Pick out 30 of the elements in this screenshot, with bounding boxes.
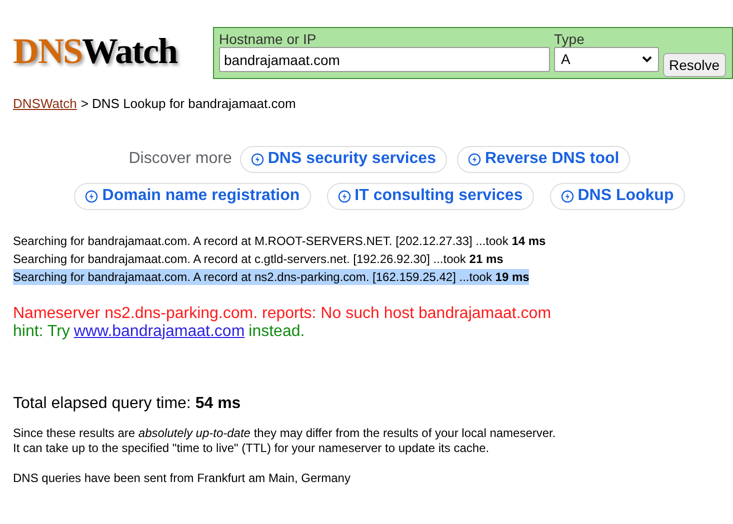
breadcrumb-text: > DNS Lookup for bandrajamaat.com [80,95,296,113]
lookup-line: Searching for bandrajamaat.com. A record at M.ROOT-SERVERS.NET. [202.12.27.33] ...took 14 ms [13,232,546,248]
service-link[interactable]: DNS security services [240,146,447,172]
lightning-icon [338,190,351,202]
service-link[interactable]: Reverse DNS tool [456,146,630,172]
resolve-button[interactable]: Resolve [663,53,726,77]
hint-text: instead. [248,322,305,340]
discover-label: Discover more [128,149,232,169]
home-link[interactable]: DNSWatch [13,94,77,114]
info-text: Since these results are absolutely up-to-date they may differ from the results of your local nameserver. [13,426,557,440]
lightning-icon [250,152,264,166]
hostname-field[interactable]: bandrajamaat.com [219,47,550,72]
chevron-down-icon [642,56,652,63]
lookup-line: Searching for bandrajamaat.com. A record at c.gtld-servers.net. [192.26.92.30] ...took 21 ms [13,250,504,266]
service-link[interactable]: IT consulting services [326,182,534,210]
lightning-icon [85,190,98,202]
total-time: Total elapsed query time: 54 ms [13,394,242,412]
lightning-icon [468,152,481,166]
suggested-link[interactable]: www.bandrajamaat.com [74,322,245,340]
error-message: Nameserver ns2.dns-parking.com. reports: No such host bandrajamaat.com [13,304,552,322]
origin-text: DNS queries have been sent from Frankfurt am Main, Germany [13,470,352,486]
type-select[interactable]: A [554,47,659,72]
lightning-icon [560,190,574,202]
logo[interactable]: DNSWatch [13,31,178,71]
info-text: It can take up to the specified "time to live" (TTL) for your nameserver to update its cache. [13,440,490,456]
service-link[interactable]: DNS Lookup [550,182,685,210]
hint-text: hint: Try [13,322,70,340]
field-label: Type [554,31,586,47]
field-label: Hostname or IP [219,31,318,47]
service-link[interactable]: Domain name registration [74,182,311,210]
